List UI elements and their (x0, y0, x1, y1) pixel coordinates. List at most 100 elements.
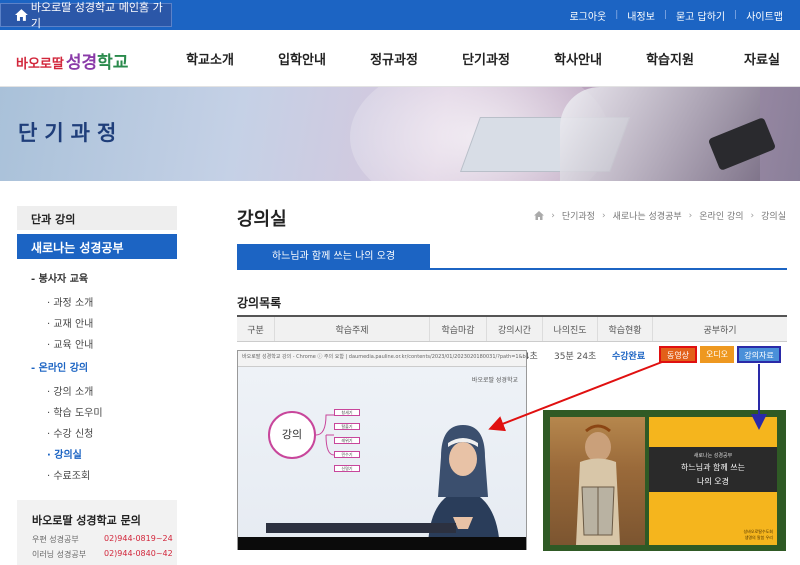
sidebar-item-label: 학습 도우미 (53, 408, 103, 419)
utility-links: 로그아웃 | 내정보 | 묻고 답하기 | 사이트맵 (560, 0, 792, 30)
nav-short-course[interactable]: 단기과정 (440, 49, 532, 68)
banner-title: 단기과정 (18, 121, 124, 145)
sitemap-link[interactable]: 사이트맵 (737, 8, 792, 23)
col-study-status: 학습현황 (598, 317, 653, 341)
breadcrumb-item-current: 강의실 (761, 212, 786, 222)
mindmap-branch: 신명기 (334, 465, 360, 472)
video-brand-label: 바오로딸 성경학교 (471, 377, 518, 384)
sidebar-item-label: 교육 안내 (53, 340, 94, 351)
contact-name: 우편 성경공부 (32, 535, 79, 544)
video-controls[interactable] (238, 537, 526, 550)
sidebar-group-volunteer[interactable]: - 봉사자 교육 (17, 270, 177, 285)
nav-academic[interactable]: 학사안내 (532, 49, 624, 68)
book-cover: 새로나는 성경공부 하느님과 함께 쓰는 나의 오경 성바오로딸수도회 생명의 … (649, 417, 777, 545)
nav-support[interactable]: 학습지원 (624, 49, 716, 68)
chevron-right-icon: › (688, 210, 693, 221)
home-icon[interactable] (534, 211, 545, 220)
col-my-progress: 나의진도 (543, 317, 598, 341)
mindmap-branch: 탈출기 (334, 423, 360, 430)
main-nav: 학교소개 입학안내 정규과정 단기과정 학사안내 학습지원 자료실 (164, 30, 800, 87)
my-info-link[interactable]: 내정보 (618, 8, 664, 23)
book-publisher-line: 생명의 말씀 우리 (744, 535, 773, 540)
sidebar: 단과 강의 새로나는 성경공부 - 봉사자 교육 · 과정 소개 · 교재 안내… (17, 206, 177, 482)
qna-link[interactable]: 묻고 답하기 (667, 8, 734, 23)
sidebar-item-textbook[interactable]: · 교재 안내 (17, 315, 177, 330)
audio-button[interactable]: 오디오 (700, 346, 734, 363)
breadcrumb: › 단기과정 › 새로나는 성경공부 › 온라인 강의 › 강의실 (534, 209, 786, 222)
logo-part-3: 학교 (97, 53, 129, 73)
sidebar-head[interactable]: 단과 강의 (17, 206, 177, 230)
contact-row: 이러닝 성경공부 02)944-0840~42 (32, 549, 177, 560)
sidebar-item-enroll[interactable]: · 수강 신청 (17, 425, 177, 440)
chevron-right-icon: › (551, 210, 555, 221)
sidebar-item-label: 수료조회 (53, 471, 91, 482)
logo-part-1: 바오로딸 (16, 57, 64, 72)
contact-row: 우편 성경공부 02)944-0819~24 (32, 534, 177, 545)
sidebar-item-education[interactable]: · 교육 안내 (17, 336, 177, 351)
book-title-line-1: 하느님과 함께 쓰는 (681, 463, 745, 472)
sidebar-item-study-helper[interactable]: · 학습 도우미 (17, 404, 177, 419)
lecture-material-button[interactable]: 강의자료 (737, 346, 781, 363)
breadcrumb-item[interactable]: 새로나는 성경공부 (613, 209, 682, 222)
book-title-line-2: 나의 오경 (697, 477, 729, 486)
sidebar-item-label: 강의실 (54, 450, 82, 461)
contact-phone: 02)944-0840~42 (104, 549, 173, 558)
browser-url-bar: 바오로딸 성경학교 강의 - Chrome ⓘ 주의 요함 | daumedia… (238, 351, 526, 367)
sidebar-item-classroom[interactable]: · 강의실 (17, 446, 177, 461)
col-study: 공부하기 (703, 325, 737, 336)
status-badge: 수강완료 (612, 352, 646, 362)
sidebar-group-online[interactable]: - 온라인 강의 (17, 359, 177, 374)
breadcrumb-item[interactable]: 온라인 강의 (699, 209, 743, 222)
video-button[interactable]: 동영상 (659, 346, 697, 363)
page-title: 강의실 (237, 209, 287, 230)
site-logo[interactable]: 바오로딸 성경 학교 (16, 48, 128, 73)
lecture-material-image: 새로나는 성경공부 하느님과 함께 쓰는 나의 오경 성바오로딸수도회 생명의 … (543, 410, 786, 551)
sidebar-item-lecture-intro[interactable]: · 강의 소개 (17, 383, 177, 398)
mindmap-connector (316, 414, 335, 456)
chevron-right-icon: › (601, 210, 606, 221)
main-home-link-label: 바오로딸 성경학교 메인홈 가기 (30, 1, 163, 30)
home-icon (15, 9, 28, 21)
logo-part-2: 성경 (65, 53, 98, 73)
col-deadline: 학습마감 (430, 317, 487, 341)
sidebar-item-label: 과정 소개 (53, 298, 94, 309)
col-lecture-time: 강의시간 (487, 317, 543, 341)
book-series: 새로나는 성경공부 (693, 453, 733, 459)
breadcrumb-item[interactable]: 단기과정 (562, 209, 595, 222)
nav-regular-course[interactable]: 정규과정 (348, 49, 440, 68)
contact-box: 바오로딸 성경학교 문의 우편 성경공부 02)944-0819~24 이러닝 … (17, 500, 177, 565)
video-taskbar (266, 523, 456, 533)
progress-value: 35분 24초 (554, 352, 597, 362)
mindmap-branch: 레위기 (334, 437, 360, 444)
logout-link[interactable]: 로그아웃 (560, 8, 615, 23)
sidebar-item-label: 교재 안내 (53, 319, 94, 330)
sidebar-item-label: 수강 신청 (53, 429, 94, 440)
site-header: 바오로딸 성경 학교 학교소개 입학안내 정규과정 단기과정 학사안내 학습지원… (0, 30, 800, 87)
moses-painting (550, 417, 645, 545)
main-home-link[interactable]: 바오로딸 성경학교 메인홈 가기 (0, 1, 172, 30)
lecture-list-title: 강의목록 (237, 296, 282, 310)
sidebar-group-label: 온라인 강의 (38, 363, 89, 374)
nav-about[interactable]: 학교소개 (164, 49, 256, 68)
contact-name: 이러닝 성경공부 (32, 550, 87, 559)
contact-title: 바오로딸 성경학교 문의 (32, 514, 141, 527)
mindmap-branch: 민수기 (334, 451, 360, 458)
course-tab[interactable]: 하느님과 함께 쓰는 나의 오경 (237, 244, 430, 269)
sidebar-item-completion[interactable]: · 수료조회 (17, 467, 177, 482)
sidebar-item-course-intro[interactable]: · 과정 소개 (17, 294, 177, 309)
contact-phone: 02)944-0819~24 (104, 534, 173, 543)
sidebar-item-label: 강의 소개 (53, 387, 94, 398)
nav-resources[interactable]: 자료실 (716, 49, 800, 68)
sidebar-active-section[interactable]: 새로나는 성경공부 (17, 234, 177, 259)
page-banner: 단기과정 (0, 87, 800, 181)
chevron-right-icon: › (750, 210, 755, 221)
video-screen[interactable]: 바오로딸 성경학교 강의 창세기 탈출기 레위기 민수기 신명기 (238, 367, 526, 550)
mindmap-center: 강의 (268, 411, 316, 459)
tab-underline (237, 268, 787, 270)
nav-admission[interactable]: 입학안내 (256, 49, 348, 68)
moses-figure (576, 424, 620, 545)
top-utility-bar: 바오로딸 성경학교 메인홈 가기 로그아웃 | 내정보 | 묻고 답하기 | 사… (0, 0, 800, 30)
video-player-screenshot: 바오로딸 성경학교 강의 - Chrome ⓘ 주의 요함 | daumedia… (237, 350, 527, 550)
table-header: 구분 학습주제 학습마감 강의시간 나의진도 학습현황 공부하기 (237, 315, 787, 342)
mindmap-branch: 창세기 (334, 409, 360, 416)
